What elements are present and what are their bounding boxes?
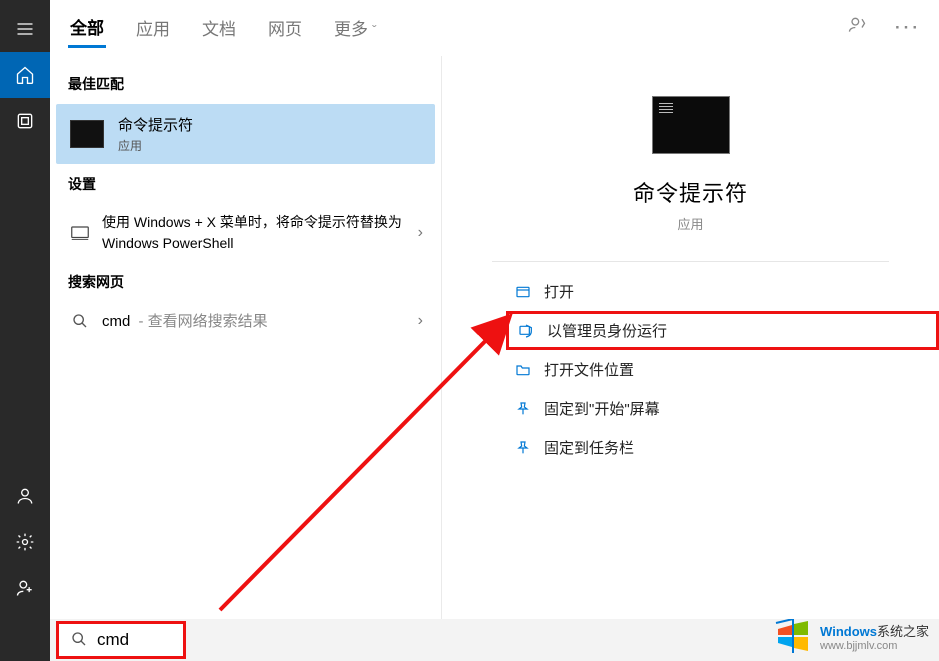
detail-pane: 命令提示符 应用 打开 以管理员身份运行 [442, 56, 939, 661]
watermark-url: www.bjjmlv.com [820, 640, 929, 652]
detail-subtitle: 应用 [677, 214, 703, 233]
tab-apps[interactable]: 应用 [134, 9, 172, 46]
action-pin-start-label: 固定到"开始"屏幕 [544, 398, 660, 419]
admin-icon [515, 323, 537, 339]
watermark-suffix: 系统之家 [877, 624, 929, 639]
feedback-icon[interactable] [847, 15, 867, 40]
cmd-preview-icon [652, 96, 730, 154]
search-icon [71, 631, 87, 650]
monitor-icon [68, 226, 92, 240]
results-pane: 最佳匹配 命令提示符 应用 设置 使用 Windows + X 菜单时，将命令提… [50, 56, 442, 661]
best-match-subtitle: 应用 [118, 137, 193, 154]
tab-web[interactable]: 网页 [266, 9, 304, 46]
action-open-location[interactable]: 打开文件位置 [512, 350, 939, 389]
power-icon[interactable] [0, 565, 50, 611]
more-options-icon[interactable]: ··· [895, 18, 921, 38]
settings-item-text: 使用 Windows + X 菜单时，将命令提示符替换为 Windows Pow… [102, 212, 418, 254]
action-run-admin[interactable]: 以管理员身份运行 [506, 311, 939, 350]
tab-docs[interactable]: 文档 [200, 9, 238, 46]
action-run-admin-label: 以管理员身份运行 [547, 320, 667, 341]
search-icon [68, 313, 92, 329]
pin-start-icon [512, 401, 534, 417]
home-icon[interactable] [0, 52, 50, 98]
settings-item-powershell[interactable]: 使用 Windows + X 菜单时，将命令提示符替换为 Windows Pow… [50, 202, 441, 264]
action-pin-taskbar-label: 固定到任务栏 [544, 437, 634, 458]
divider [492, 261, 890, 262]
folder-icon [512, 362, 534, 378]
web-search-hint: - 查看网络搜索结果 [139, 313, 268, 330]
watermark: Windows系统之家 www.bjjmlv.com [774, 619, 929, 653]
search-tabs: 全部 应用 文档 网页 更多 ··· [50, 0, 939, 56]
windows-logo-icon [774, 619, 812, 653]
chevron-right-icon: › [418, 312, 423, 330]
tab-more[interactable]: 更多 [332, 9, 379, 46]
section-search-web: 搜索网页 [50, 264, 441, 300]
detail-title: 命令提示符 [633, 176, 748, 208]
search-input-wrapper[interactable]: cmd [56, 621, 186, 659]
pin-taskbar-icon [512, 440, 534, 456]
apps-icon[interactable] [0, 98, 50, 144]
action-pin-taskbar[interactable]: 固定到任务栏 [512, 428, 939, 467]
open-icon [512, 284, 534, 300]
search-value: cmd [97, 630, 129, 650]
action-open[interactable]: 打开 [512, 272, 939, 311]
hamburger-icon[interactable] [0, 6, 50, 52]
action-open-location-label: 打开文件位置 [544, 359, 634, 380]
account-icon[interactable] [0, 473, 50, 519]
chevron-right-icon: › [418, 224, 423, 242]
web-search-item[interactable]: cmd - 查看网络搜索结果 › [50, 300, 441, 341]
tab-all[interactable]: 全部 [68, 8, 106, 48]
settings-icon[interactable] [0, 519, 50, 565]
start-sidebar [0, 0, 50, 661]
action-open-label: 打开 [544, 281, 574, 302]
web-search-term: cmd [102, 313, 130, 330]
section-best-match: 最佳匹配 [50, 66, 441, 102]
best-match-item[interactable]: 命令提示符 应用 [56, 104, 435, 164]
action-pin-start[interactable]: 固定到"开始"屏幕 [512, 389, 939, 428]
cmd-thumb-icon [70, 120, 104, 148]
watermark-brand: Windows [820, 624, 877, 639]
section-settings: 设置 [50, 166, 441, 202]
best-match-title: 命令提示符 [118, 114, 193, 135]
